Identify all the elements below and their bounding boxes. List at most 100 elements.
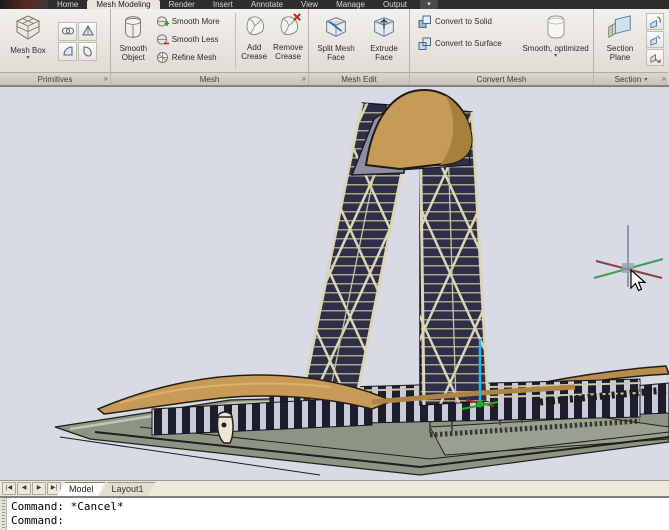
layout-tab-bar: |◀ ◀ ▶ ▶| Model Layout1 <box>0 480 669 496</box>
command-history-line: Command: *Cancel* <box>11 500 124 514</box>
tab-render[interactable]: Render <box>160 0 204 9</box>
extrude-face-label: Extrude Face <box>363 45 405 63</box>
mesh-edit-label: Mesh Edit <box>341 75 377 84</box>
panel-mesh-edit: Split Mesh Face Extrude Face Mesh Edit <box>309 9 410 85</box>
smooth-more-label: Smooth More <box>172 17 220 26</box>
convert-to-solid-label: Convert to Solid <box>435 17 492 26</box>
generate-section-icon <box>649 51 662 64</box>
generate-section-button[interactable] <box>646 49 664 66</box>
smooth-optimized-button[interactable]: Smooth, optimized ▾ <box>520 10 591 71</box>
tab-annotate[interactable]: Annotate <box>242 0 292 9</box>
add-crease-icon <box>241 13 268 43</box>
viewport[interactable] <box>0 86 669 480</box>
chevron-down-icon: ▾ <box>26 56 29 61</box>
panel-mesh: Smooth Object Smooth More Smooth Less Re… <box>111 9 309 85</box>
panel-convert-mesh: Convert to Solid Convert to Surface Smoo… <box>410 9 594 85</box>
sculpture <box>217 412 233 443</box>
panel-label-mesh[interactable]: Mesh » <box>111 72 308 85</box>
chevron-down-icon[interactable]: ▾ <box>644 76 647 83</box>
mesh-wedge-icon <box>61 44 75 58</box>
tower-crown <box>352 90 472 175</box>
convert-mesh-label: Convert Mesh <box>477 75 527 84</box>
extrude-face-icon <box>370 13 398 44</box>
smooth-less-button[interactable]: Smooth Less <box>154 32 233 48</box>
building-model[interactable] <box>0 87 669 480</box>
split-mesh-face-button[interactable]: Split Mesh Face <box>313 10 359 71</box>
chevron-down-icon: ▾ <box>554 54 557 59</box>
extrude-face-button[interactable]: Extrude Face <box>363 10 405 71</box>
mesh-box-icon <box>13 13 43 46</box>
panel-label-section[interactable]: Section ▾ » <box>594 72 668 85</box>
convert-to-surface-label: Convert to Surface <box>435 39 502 48</box>
remove-crease-label: Remove Crease <box>270 44 306 62</box>
convert-to-solid-button[interactable]: Convert to Solid <box>416 14 520 30</box>
tab-layout1[interactable]: Layout1 <box>100 482 156 496</box>
refine-mesh-label: Refine Mesh <box>172 53 217 62</box>
tab-view[interactable]: View <box>292 0 327 9</box>
section-label: Section <box>615 75 642 84</box>
tab-insert[interactable]: Insert <box>204 0 242 9</box>
smooth-less-label: Smooth Less <box>172 35 219 44</box>
tab-output[interactable]: Output <box>374 0 416 9</box>
convert-to-surface-icon <box>418 37 432 51</box>
smooth-object-button[interactable]: Smooth Object <box>113 10 154 71</box>
smooth-object-label: Smooth Object <box>113 45 154 63</box>
tab-home[interactable]: Home <box>48 0 87 9</box>
mesh-sphere-button[interactable] <box>78 42 97 61</box>
add-crease-button[interactable]: Add Crease <box>238 10 270 71</box>
mesh-sphere-icon <box>81 44 95 58</box>
panel-label-mesh-edit[interactable]: Mesh Edit <box>309 72 409 85</box>
convert-to-solid-icon <box>418 15 432 29</box>
next-tab-button[interactable]: ▶ <box>32 482 46 495</box>
smooth-object-icon <box>119 13 147 44</box>
application-window: Home Mesh Modeling Render Insert Annotat… <box>0 0 669 530</box>
add-jog-icon <box>649 33 662 46</box>
smooth-less-icon <box>156 33 169 46</box>
command-prompt-line[interactable]: Command: <box>11 514 124 528</box>
section-plane-button[interactable]: Section Plane <box>596 10 644 71</box>
mesh-label: Mesh <box>200 75 220 84</box>
panel-overflow-icon[interactable]: » <box>662 74 666 83</box>
primitives-label: Primitives <box>38 75 73 84</box>
ribbon-minimize-button[interactable]: ▾ <box>420 0 438 9</box>
tab-mesh-modeling[interactable]: Mesh Modeling <box>87 0 159 9</box>
command-window-grip[interactable] <box>0 498 7 530</box>
ribbon-tab-bar: Home Mesh Modeling Render Insert Annotat… <box>0 0 669 9</box>
app-logo[interactable] <box>0 0 48 9</box>
refine-mesh-icon <box>156 51 169 64</box>
remove-crease-icon <box>275 13 302 43</box>
command-window[interactable]: Command: *Cancel* Command: <box>0 496 669 530</box>
smooth-more-icon <box>156 15 169 28</box>
mesh-wedge-button[interactable] <box>58 42 77 61</box>
ribbon: Mesh Box ▾ Primitives » <box>0 9 669 86</box>
tab-model[interactable]: Model <box>57 482 106 496</box>
tab-manage[interactable]: Manage <box>327 0 374 9</box>
mesh-primitives-grid <box>58 22 97 71</box>
smooth-more-button[interactable]: Smooth More <box>154 14 233 30</box>
first-tab-button[interactable]: |◀ <box>2 482 16 495</box>
remove-crease-button[interactable]: Remove Crease <box>270 10 306 71</box>
smooth-optimized-icon <box>541 13 571 44</box>
mesh-pyramid-icon <box>81 24 95 38</box>
mesh-torus-button[interactable] <box>58 22 77 41</box>
panel-label-primitives[interactable]: Primitives » <box>0 72 110 85</box>
mesh-torus-icon <box>61 24 75 38</box>
section-plane-icon <box>606 13 634 44</box>
mesh-pyramid-button[interactable] <box>78 22 97 41</box>
mesh-box-button[interactable]: Mesh Box ▾ <box>2 10 54 71</box>
prev-tab-button[interactable]: ◀ <box>17 482 31 495</box>
live-section-icon <box>649 15 662 28</box>
section-plane-label: Section Plane <box>596 45 644 63</box>
split-mesh-face-label: Split Mesh Face <box>313 45 359 63</box>
panel-overflow-icon[interactable]: » <box>302 74 306 83</box>
convert-to-surface-button[interactable]: Convert to Surface <box>416 36 520 52</box>
live-section-button[interactable] <box>646 13 664 30</box>
panel-label-convert-mesh[interactable]: Convert Mesh <box>410 72 593 85</box>
panel-overflow-icon[interactable]: » <box>104 74 108 83</box>
split-mesh-face-icon <box>322 13 350 44</box>
chevron-down-icon: ▾ <box>427 1 431 8</box>
crosshair-cursor <box>594 225 663 291</box>
refine-mesh-button[interactable]: Refine Mesh <box>154 50 233 66</box>
add-jog-button[interactable] <box>646 31 664 48</box>
panel-section: Section Plane Section ▾ » <box>594 9 668 85</box>
